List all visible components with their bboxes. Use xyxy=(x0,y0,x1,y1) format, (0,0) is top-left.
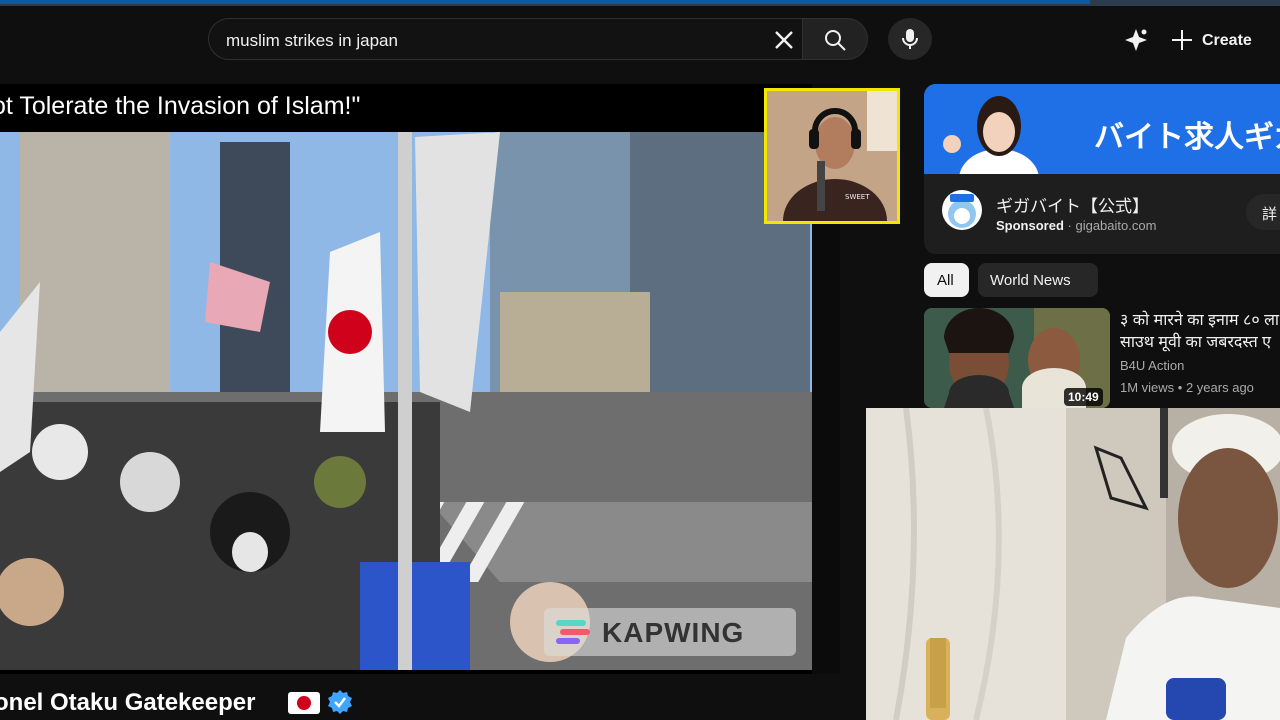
search-query-text: muslim strikes in japan xyxy=(226,31,398,50)
watermark-text: KAPWING xyxy=(602,617,745,648)
verified-badge-icon xyxy=(328,690,352,714)
ad-model-image xyxy=(924,84,1094,174)
protest-video-frame xyxy=(0,132,812,670)
kapwing-watermark: KAPWING xyxy=(544,608,796,656)
create-button[interactable]: Create xyxy=(1166,24,1262,56)
create-label: Create xyxy=(1202,32,1252,49)
clear-search-button[interactable] xyxy=(771,27,797,53)
search-input[interactable]: muslim strikes in japan xyxy=(208,18,802,60)
ad-details-label: 詳 xyxy=(1262,206,1278,223)
active-tab-indicator xyxy=(0,0,1090,4)
ad-banner-text: バイト求人ギガたく xyxy=(1094,121,1280,154)
street-scene xyxy=(0,132,812,670)
svg-text:SWEET: SWEET xyxy=(845,193,870,201)
chip-world-news-label: World News xyxy=(990,272,1071,289)
sparkle-icon xyxy=(1125,29,1147,51)
reactor-webcam-feed xyxy=(866,408,1280,720)
advertiser-name[interactable]: ギガバイト【公式】 xyxy=(996,192,1149,217)
ad-details-button[interactable]: 詳 xyxy=(1246,194,1280,230)
kapwing-logo-icon xyxy=(556,620,590,644)
close-icon xyxy=(775,31,793,49)
search-button[interactable] xyxy=(802,18,868,60)
host-webcam-feed: SWEET xyxy=(767,91,897,221)
video-duration: 10:49 xyxy=(1064,388,1103,406)
plus-icon xyxy=(1172,30,1192,50)
upload-age: 2 years ago xyxy=(1185,380,1254,395)
clip-channel-row: onel Otaku Gatekeeper xyxy=(0,684,860,720)
voice-search-button[interactable] xyxy=(888,18,932,60)
chip-all[interactable]: All xyxy=(924,263,969,297)
masthead: muslim strikes in japan Create xyxy=(0,6,1280,76)
recommended-video[interactable]: 10:49 ३ को मारने का इनाम ८० ला साउथ मूवी… xyxy=(924,308,1280,408)
recommended-channel[interactable]: B4U Action xyxy=(1120,358,1184,373)
view-count: 1M views xyxy=(1120,380,1175,395)
chip-world-news[interactable]: World News xyxy=(978,263,1098,297)
advertiser-logo-icon xyxy=(948,194,976,228)
sponsored-label: Sponsored xyxy=(996,218,1064,233)
host-webcam-overlay: SWEET xyxy=(764,88,900,224)
ask-button[interactable] xyxy=(1122,26,1150,54)
ad-domain: gigabaito.com xyxy=(1075,218,1157,233)
recommended-title-line-1: ३ को मारने का इनाम ८० ला xyxy=(1120,312,1280,329)
ad-banner[interactable]: バイト求人ギガたく xyxy=(924,84,1280,174)
recommended-title[interactable]: ३ को मारने का इनाम ८० ला साउथ मूवी का जब… xyxy=(1120,310,1280,354)
embedded-clip-title: ot Tolerate the Invasion of Islam!" xyxy=(0,92,361,120)
clip-channel-name: onel Otaku Gatekeeper xyxy=(0,689,256,716)
reactor-webcam-overlay xyxy=(866,408,1280,720)
japan-flag-icon xyxy=(288,692,320,714)
ad-sponsor-line: Sponsored · gigabaito.com xyxy=(996,218,1157,233)
sponsored-ad-card[interactable]: バイト求人ギガたく ギガバイト【公式】 Sponsored · gigabait… xyxy=(924,84,1280,254)
recommended-thumbnail[interactable]: 10:49 xyxy=(924,308,1110,408)
chip-all-label: All xyxy=(937,272,954,289)
recommended-title-line-2: साउथ मूवी का जबरदस्त ए xyxy=(1120,334,1272,351)
recommended-stats: 1M views • 2 years ago xyxy=(1120,380,1254,395)
search-icon xyxy=(825,30,846,51)
microphone-icon xyxy=(902,29,918,49)
advertiser-avatar[interactable] xyxy=(942,190,982,230)
